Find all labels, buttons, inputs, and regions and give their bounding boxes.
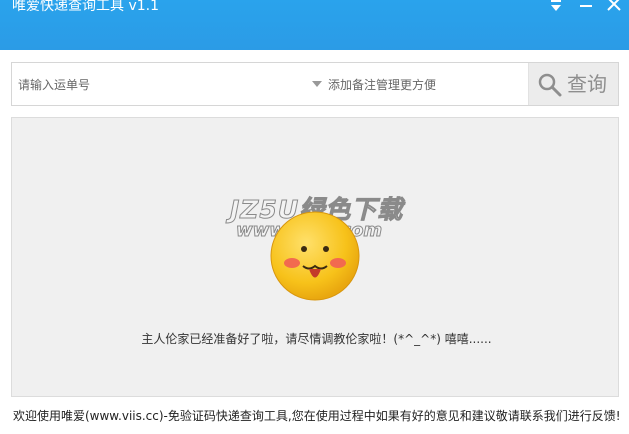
chevron-down-icon[interactable] [312,81,322,87]
query-button[interactable]: 查询 [528,63,618,105]
minimize-icon[interactable] [576,0,596,18]
arrow-down-icon[interactable] [546,0,566,18]
tracking-number-input[interactable] [18,75,298,95]
footer-feedback-text: 欢迎使用唯爱(www.viis.cc)-免验证码快递查询工具,您在使用过程中如果… [13,409,621,423]
search-bar: 查询 [11,62,619,106]
title-bar: 唯爱快递查询工具 v1.1 [0,0,629,50]
close-icon[interactable] [604,0,624,18]
status-message: 主人伦家已经准备好了啦，请尽情调教伦家啦！(*^_^*) 嘻嘻...... [141,332,492,346]
window-title: 唯爱快递查询工具 v1.1 [12,0,159,14]
note-input[interactable] [328,75,523,95]
query-label: 查询 [567,72,607,96]
search-icon [538,73,562,100]
smiley-face-icon [270,211,360,304]
